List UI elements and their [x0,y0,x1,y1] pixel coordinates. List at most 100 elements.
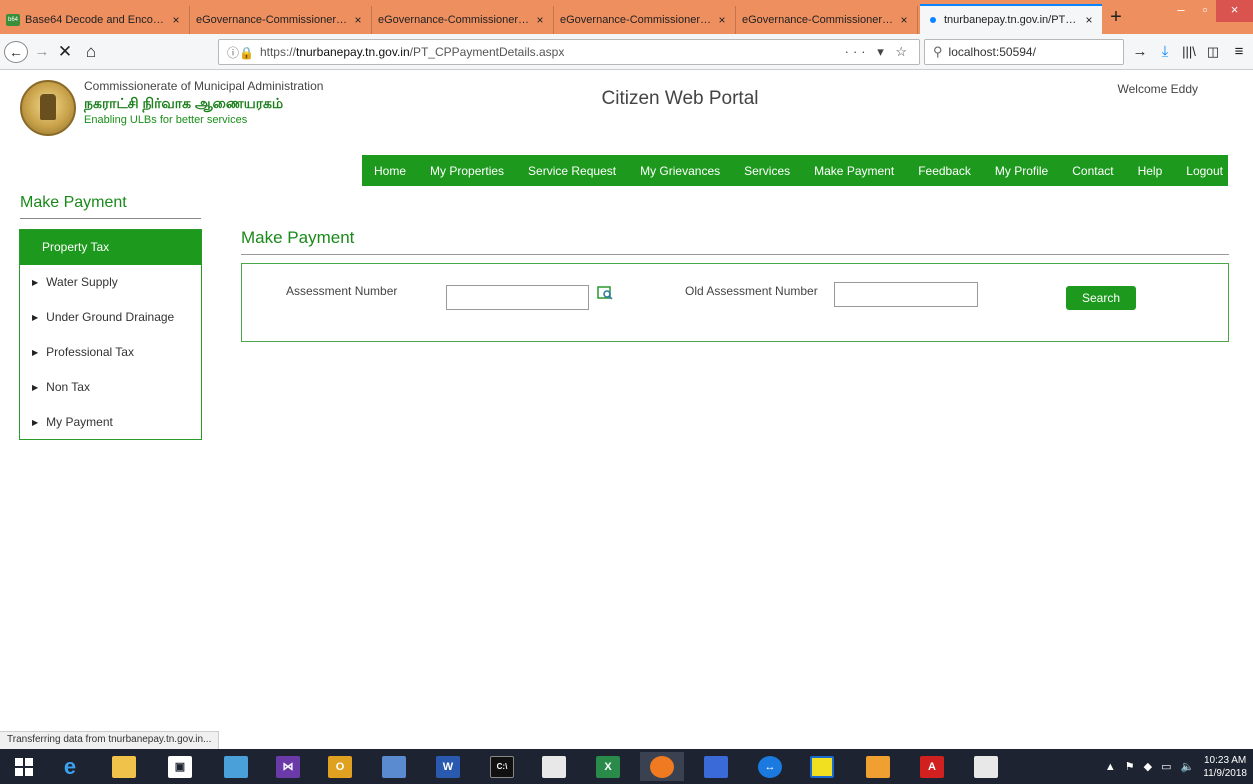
flag-icon[interactable]: ⚑ [1125,760,1135,773]
visual-studio-icon[interactable]: ⋈ [266,752,310,781]
clock-date: 11/9/2018 [1203,767,1247,779]
home-icon[interactable]: ⌂ [80,41,102,63]
sidebar-divider [20,218,201,219]
url-text: https://tnurbanepay.tn.gov.in/PT_CPPayme… [260,45,845,59]
browser-toolbar: ← → ✕ ⌂ ⓘ🔒 https://tnurbanepay.tn.gov.in… [0,34,1253,70]
store-icon[interactable]: ▣ [158,752,202,781]
nav-service-request[interactable]: Service Request [528,164,616,178]
nav-contact[interactable]: Contact [1072,164,1113,178]
lookup-search-icon[interactable] [597,286,613,300]
page-actions-icon[interactable]: ··· ▾ ☆ [845,44,911,60]
app-icon[interactable] [694,752,738,781]
teamviewer-icon[interactable]: ↔ [748,752,792,781]
nav-feedback[interactable]: Feedback [918,164,971,178]
old-assessment-number-input[interactable] [834,282,978,307]
outlook-icon[interactable]: O [318,752,362,781]
close-tab-icon[interactable]: × [897,13,911,27]
snipping-tool-icon[interactable] [856,752,900,781]
nav-my-properties[interactable]: My Properties [430,164,504,178]
nav-home[interactable]: Home [374,164,406,178]
sidebar-item-label: My Payment [46,415,113,429]
sidebar-item-water-supply[interactable]: ▶ Water Supply [20,265,201,300]
caret-right-icon: ▶ [32,278,39,287]
caret-right-icon: ▶ [32,383,39,392]
paint-icon[interactable] [964,752,1008,781]
loading-icon [930,17,936,23]
caret-right-icon: ▶ [32,348,39,357]
assessment-number-label: Assessment Number [286,284,398,298]
stop-icon[interactable]: ✕ [54,41,76,63]
search-button[interactable]: Search [1066,286,1136,310]
sidebar-item-label: Non Tax [46,380,90,394]
new-tab-button[interactable]: + [1103,4,1129,32]
org-name-tamil: நகராட்சி நிர்வாக ஆணையரகம் [84,95,284,111]
sidebar-menu: Property Tax ▶ Water Supply ▶ Under Grou… [19,229,202,440]
notes-icon[interactable] [800,752,844,781]
close-tab-icon[interactable]: × [169,13,183,27]
tab-title: Base64 Decode and Encode [25,14,165,26]
browser-tab[interactable]: b64 Base64 Decode and Encode × [0,6,190,34]
browser-tab[interactable]: eGovernance-Commissionerate × [554,6,736,34]
sidebar-icon[interactable]: ◫ [1202,41,1224,63]
back-arrow-icon[interactable]: ← [4,41,28,63]
library-icon[interactable]: |||\ [1178,41,1200,63]
chevron-up-icon[interactable]: ▲ [1105,761,1116,773]
excel-icon[interactable]: X [586,752,630,781]
nav-help[interactable]: Help [1138,164,1163,178]
forward-arrow-icon[interactable]: → [32,41,52,63]
maximize-icon[interactable]: ▫ [1194,0,1216,22]
go-arrow-icon[interactable]: → [1130,41,1150,63]
sidebar-item-non-tax[interactable]: ▶ Non Tax [20,370,201,405]
portal-header: Commissionerate of Municipal Administrat… [0,71,1253,155]
app-tray-icon[interactable]: ◆ [1144,760,1152,773]
nav-services[interactable]: Services [744,164,790,178]
browser-tab[interactable]: eGovernance-Commissionerate × [736,6,918,34]
close-window-icon[interactable]: × [1216,0,1253,22]
sidebar-item-my-payment[interactable]: ▶ My Payment [20,405,201,440]
sidebar-item-professional-tax[interactable]: ▶ Professional Tax [20,335,201,370]
windows-taskbar: e ▣ ⋈ O W C:\ X ↔ A ▲ ⚑ ◆ ▭ 🔈 10:23 AM 1… [0,749,1253,784]
search-value: localhost:50594/ [948,45,1036,59]
browser-tab[interactable]: eGovernance-Commissionerate × [372,6,554,34]
word-icon[interactable]: W [426,752,470,781]
app-icon[interactable] [214,752,258,781]
close-tab-icon[interactable]: × [715,13,729,27]
close-tab-icon[interactable]: × [533,13,547,27]
url-bar[interactable]: ⓘ🔒 https://tnurbanepay.tn.gov.in/PT_CPPa… [218,39,920,65]
network-icon[interactable]: ▭ [1161,760,1171,773]
tab-title: eGovernance-Commissionerate [742,14,893,26]
browser-tab-active[interactable]: tnurbanepay.tn.gov.in/PT_C × [920,4,1102,34]
sidebar-item-label: Water Supply [46,275,118,289]
close-tab-icon[interactable]: × [1082,13,1096,27]
acrobat-icon[interactable]: A [910,752,954,781]
app-icon[interactable] [372,752,416,781]
firefox-icon[interactable] [640,752,684,781]
file-explorer-icon[interactable] [102,752,146,781]
clock[interactable]: 10:23 AM 11/9/2018 [1203,754,1247,780]
browser-tab-strip: b64 Base64 Decode and Encode × eGovernan… [0,0,1253,34]
nav-make-payment[interactable]: Make Payment [814,164,894,178]
command-prompt-icon[interactable]: C:\ [480,752,524,781]
windows-start-icon[interactable] [2,752,46,781]
volume-icon[interactable]: 🔈 [1181,760,1195,773]
url-domain: tnurbanepay.tn.gov.in [295,45,410,59]
search-bar[interactable]: ⚲ localhost:50594/ [924,39,1124,65]
menu-icon[interactable]: ≡ [1228,41,1250,63]
browser-tab[interactable]: eGovernance-Commissionerate × [190,6,372,34]
close-tab-icon[interactable]: × [351,13,365,27]
document-icon[interactable] [532,752,576,781]
portal-title: Citizen Web Portal [601,88,759,109]
main-nav: Home My Properties Service Request My Gr… [362,155,1228,186]
assessment-number-input[interactable] [446,285,589,310]
internet-explorer-icon[interactable]: e [48,752,92,781]
url-prefix: https:// [259,45,296,59]
nav-logout[interactable]: Logout [1186,164,1223,178]
nav-my-profile[interactable]: My Profile [995,164,1048,178]
download-icon[interactable]: ⤓ [1155,41,1175,63]
minimize-icon[interactable]: – [1168,0,1194,22]
info-lock-icon[interactable]: ⓘ🔒 [227,44,254,61]
sidebar-item-underground-drainage[interactable]: ▶ Under Ground Drainage [20,300,201,335]
search-icon: ⚲ [933,44,943,59]
nav-my-grievances[interactable]: My Grievances [640,164,720,178]
sidebar-item-property-tax[interactable]: Property Tax [20,230,201,265]
